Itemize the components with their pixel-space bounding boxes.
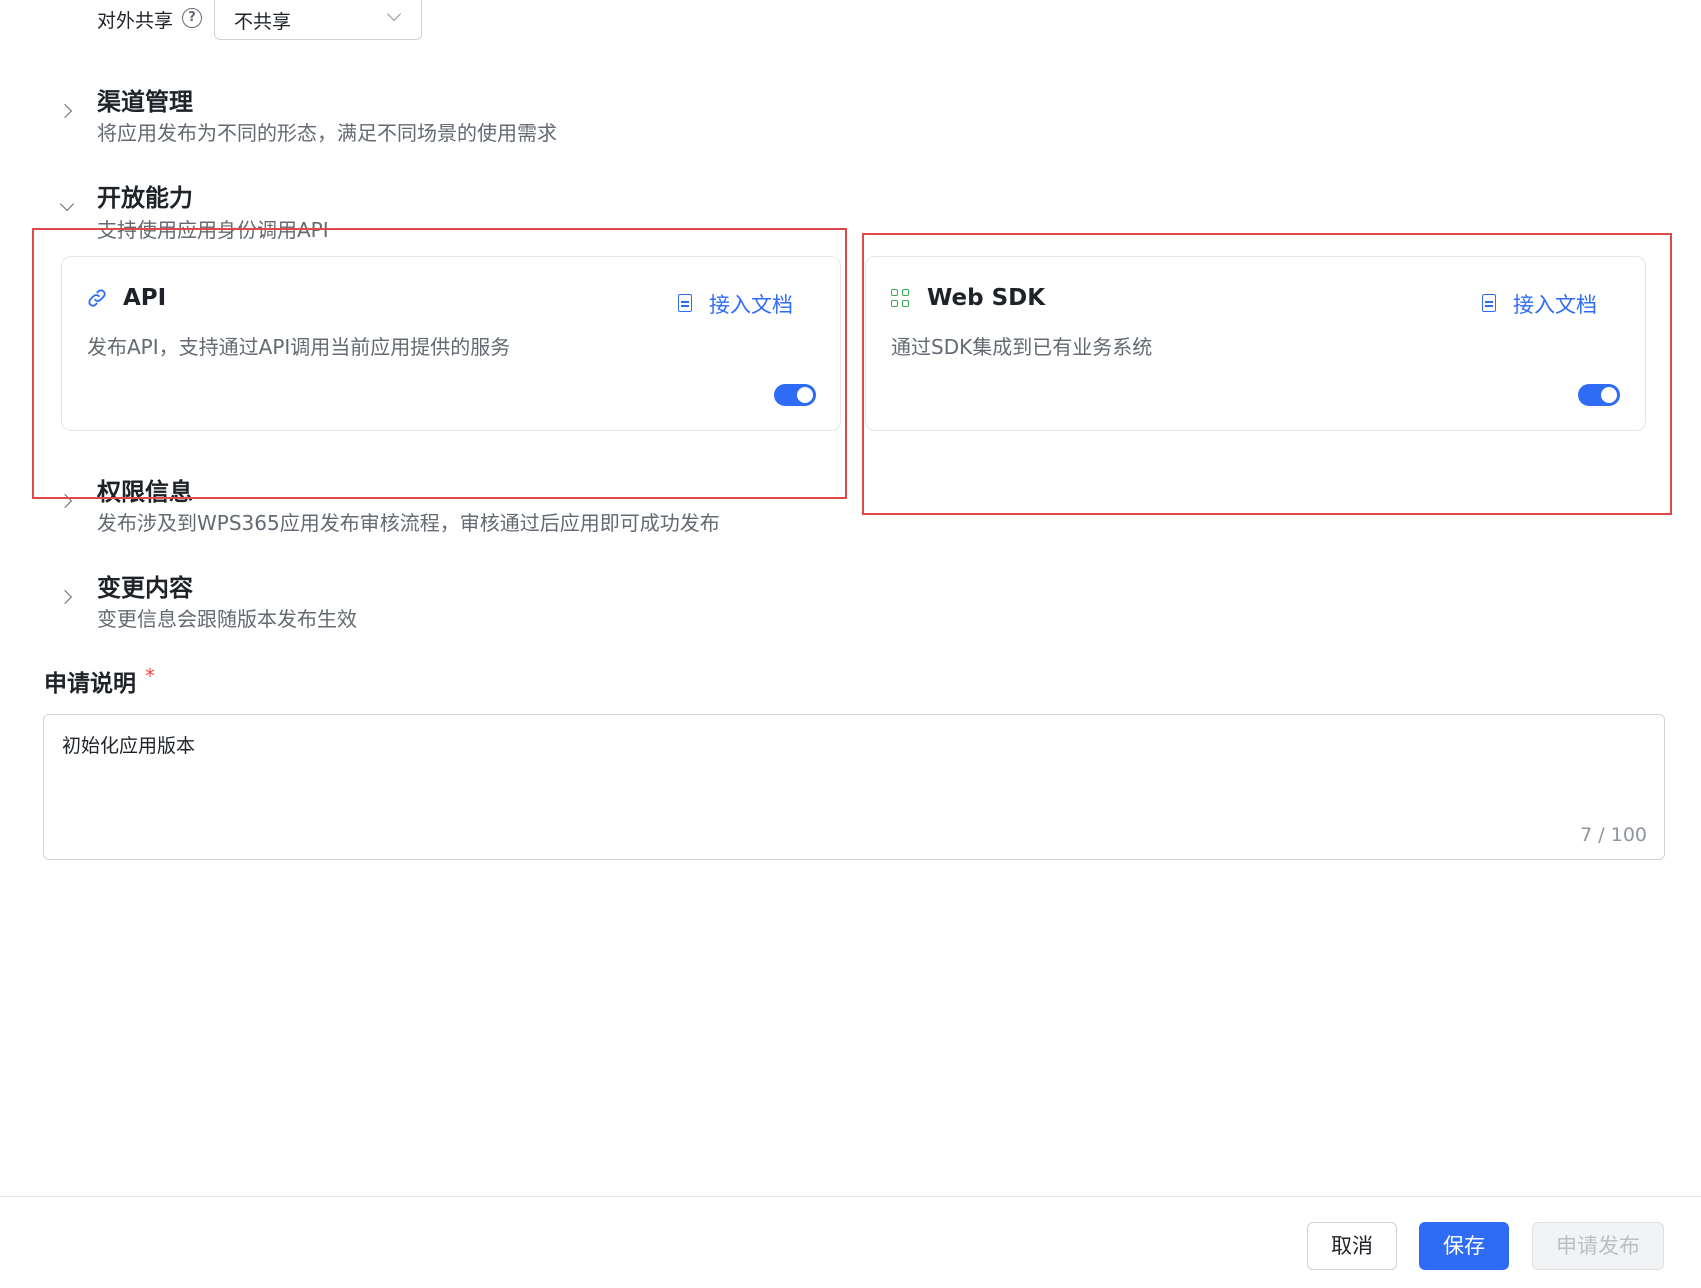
request-title: 申请说明 bbox=[44, 671, 136, 697]
chevron-down-icon bbox=[386, 6, 402, 22]
share-select[interactable]: 不共享 bbox=[214, 0, 422, 40]
highlight-box-websdk bbox=[862, 233, 1672, 515]
save-button[interactable]: 保存 bbox=[1419, 1222, 1509, 1270]
required-mark: * bbox=[145, 664, 155, 688]
help-circle-icon[interactable]: ? bbox=[182, 8, 202, 28]
section-desc-changes: 变更信息会跟随版本发布生效 bbox=[97, 607, 357, 631]
chevron-right-icon[interactable] bbox=[57, 589, 73, 605]
cancel-button[interactable]: 取消 bbox=[1307, 1222, 1397, 1270]
share-select-value: 不共享 bbox=[234, 11, 292, 33]
section-title-changes[interactable]: 变更内容 bbox=[97, 568, 193, 603]
section-title-channel[interactable]: 渠道管理 bbox=[97, 82, 193, 117]
publish-button[interactable]: 申请发布 bbox=[1532, 1222, 1664, 1270]
footer-divider bbox=[0, 1196, 1701, 1197]
section-desc-permission: 发布涉及到WPS365应用发布审核流程，审核通过后应用即可成功发布 bbox=[97, 511, 720, 535]
char-counter: 7 / 100 bbox=[1580, 824, 1647, 846]
highlight-box-api bbox=[32, 228, 847, 499]
request-textarea[interactable]: 初始化应用版本 7 / 100 bbox=[43, 714, 1665, 860]
chevron-down-icon[interactable] bbox=[59, 196, 75, 212]
section-desc-channel: 将应用发布为不同的形态，满足不同场景的使用需求 bbox=[97, 121, 557, 145]
chevron-right-icon[interactable] bbox=[57, 103, 73, 119]
request-text: 初始化应用版本 bbox=[62, 735, 196, 757]
section-title-open[interactable]: 开放能力 bbox=[97, 178, 193, 213]
share-label: 对外共享 bbox=[97, 10, 174, 32]
